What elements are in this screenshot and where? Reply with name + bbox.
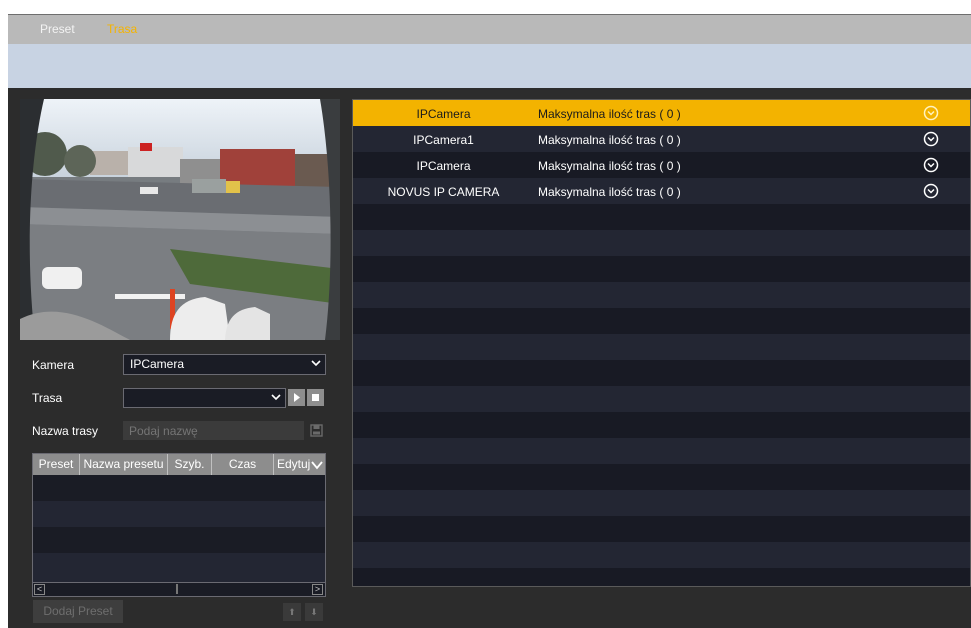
table-row <box>33 553 325 582</box>
camera-name: IPCamera <box>416 159 471 173</box>
list-item[interactable]: IPCamera Maksymalna ilość tras ( 0 ) <box>353 152 970 178</box>
route-count: Maksymalna ilość tras ( 0 ) <box>538 107 681 121</box>
empty-row <box>353 360 970 386</box>
column-header-edit[interactable]: Edytuj <box>274 454 311 475</box>
column-header-preset-name[interactable]: Nazwa presetu <box>80 454 168 475</box>
column-header-time[interactable]: Czas <box>212 454 274 475</box>
play-button[interactable] <box>288 389 305 406</box>
empty-row <box>353 568 970 586</box>
camera-label: Kamera <box>32 358 75 372</box>
route-count: Maksymalna ilość tras ( 0 ) <box>538 159 681 173</box>
empty-row <box>353 308 970 334</box>
circle-chevron-down-icon[interactable] <box>923 157 939 173</box>
table-horizontal-scrollbar[interactable]: < > <box>33 582 325 596</box>
scroll-left-icon[interactable]: < <box>34 584 45 595</box>
empty-row <box>353 412 970 438</box>
table-row <box>33 475 325 501</box>
header-band <box>8 44 971 88</box>
route-label: Trasa <box>32 391 63 405</box>
tab-bar: Preset Trasa <box>8 14 971 45</box>
list-item[interactable]: IPCamera1 Maksymalna ilość tras ( 0 ) <box>353 126 970 152</box>
camera-preview-image <box>20 99 340 340</box>
empty-row <box>353 256 970 282</box>
table-row <box>33 527 325 553</box>
camera-name: NOVUS IP CAMERA <box>387 185 500 199</box>
stop-button[interactable] <box>307 389 324 406</box>
chevron-down-icon[interactable] <box>311 459 323 471</box>
tab-trasa[interactable]: Trasa <box>107 22 137 36</box>
table-row <box>33 501 325 527</box>
empty-row <box>353 490 970 516</box>
empty-row <box>353 204 970 230</box>
column-header-speed[interactable]: Szyb. <box>168 454 212 475</box>
tab-preset[interactable]: Preset <box>40 22 75 36</box>
camera-name: IPCamera <box>416 107 471 121</box>
empty-row <box>353 282 970 308</box>
route-name-label: Nazwa trasy <box>32 424 99 438</box>
list-item[interactable]: NOVUS IP CAMERA Maksymalna ilość tras ( … <box>353 178 970 204</box>
scrollbar-thumb[interactable] <box>176 584 178 594</box>
camera-select[interactable]: IPCamera <box>123 354 326 375</box>
save-route-button[interactable] <box>309 423 324 438</box>
chevron-down-icon <box>271 394 281 401</box>
camera-route-list: IPCamera Maksymalna ilość tras ( 0 ) IPC… <box>352 99 971 587</box>
empty-row <box>353 464 970 490</box>
empty-row <box>353 230 970 256</box>
move-down-button[interactable]: ⬇ <box>305 603 323 621</box>
stop-icon <box>312 394 319 401</box>
camera-preview <box>20 99 340 340</box>
preset-table: Preset Nazwa presetu Szyb. Czas Edytuj <… <box>32 453 326 597</box>
camera-name: IPCamera1 <box>413 133 474 147</box>
play-icon <box>294 393 300 402</box>
add-preset-button[interactable]: Dodaj Preset <box>33 600 123 623</box>
route-name-input[interactable] <box>123 421 304 440</box>
route-select[interactable] <box>123 388 286 408</box>
empty-row <box>353 438 970 464</box>
preset-table-header: Preset Nazwa presetu Szyb. Czas Edytuj <box>33 454 325 475</box>
route-count: Maksymalna ilość tras ( 0 ) <box>538 185 681 199</box>
camera-select-value: IPCamera <box>130 357 185 371</box>
scroll-right-icon[interactable]: > <box>312 584 323 595</box>
empty-row <box>353 386 970 412</box>
column-header-preset[interactable]: Preset <box>33 454 80 475</box>
save-icon <box>310 424 323 437</box>
route-count: Maksymalna ilość tras ( 0 ) <box>538 133 681 147</box>
chevron-down-icon <box>311 360 321 367</box>
circle-chevron-down-icon[interactable] <box>923 183 939 199</box>
empty-row <box>353 334 970 360</box>
move-up-button[interactable]: ⬆ <box>283 603 301 621</box>
empty-row <box>353 542 970 568</box>
circle-chevron-down-icon[interactable] <box>923 131 939 147</box>
top-strip <box>0 0 971 14</box>
empty-row <box>353 516 970 542</box>
list-item[interactable]: IPCamera Maksymalna ilość tras ( 0 ) <box>353 100 970 126</box>
circle-chevron-down-icon[interactable] <box>923 105 939 121</box>
